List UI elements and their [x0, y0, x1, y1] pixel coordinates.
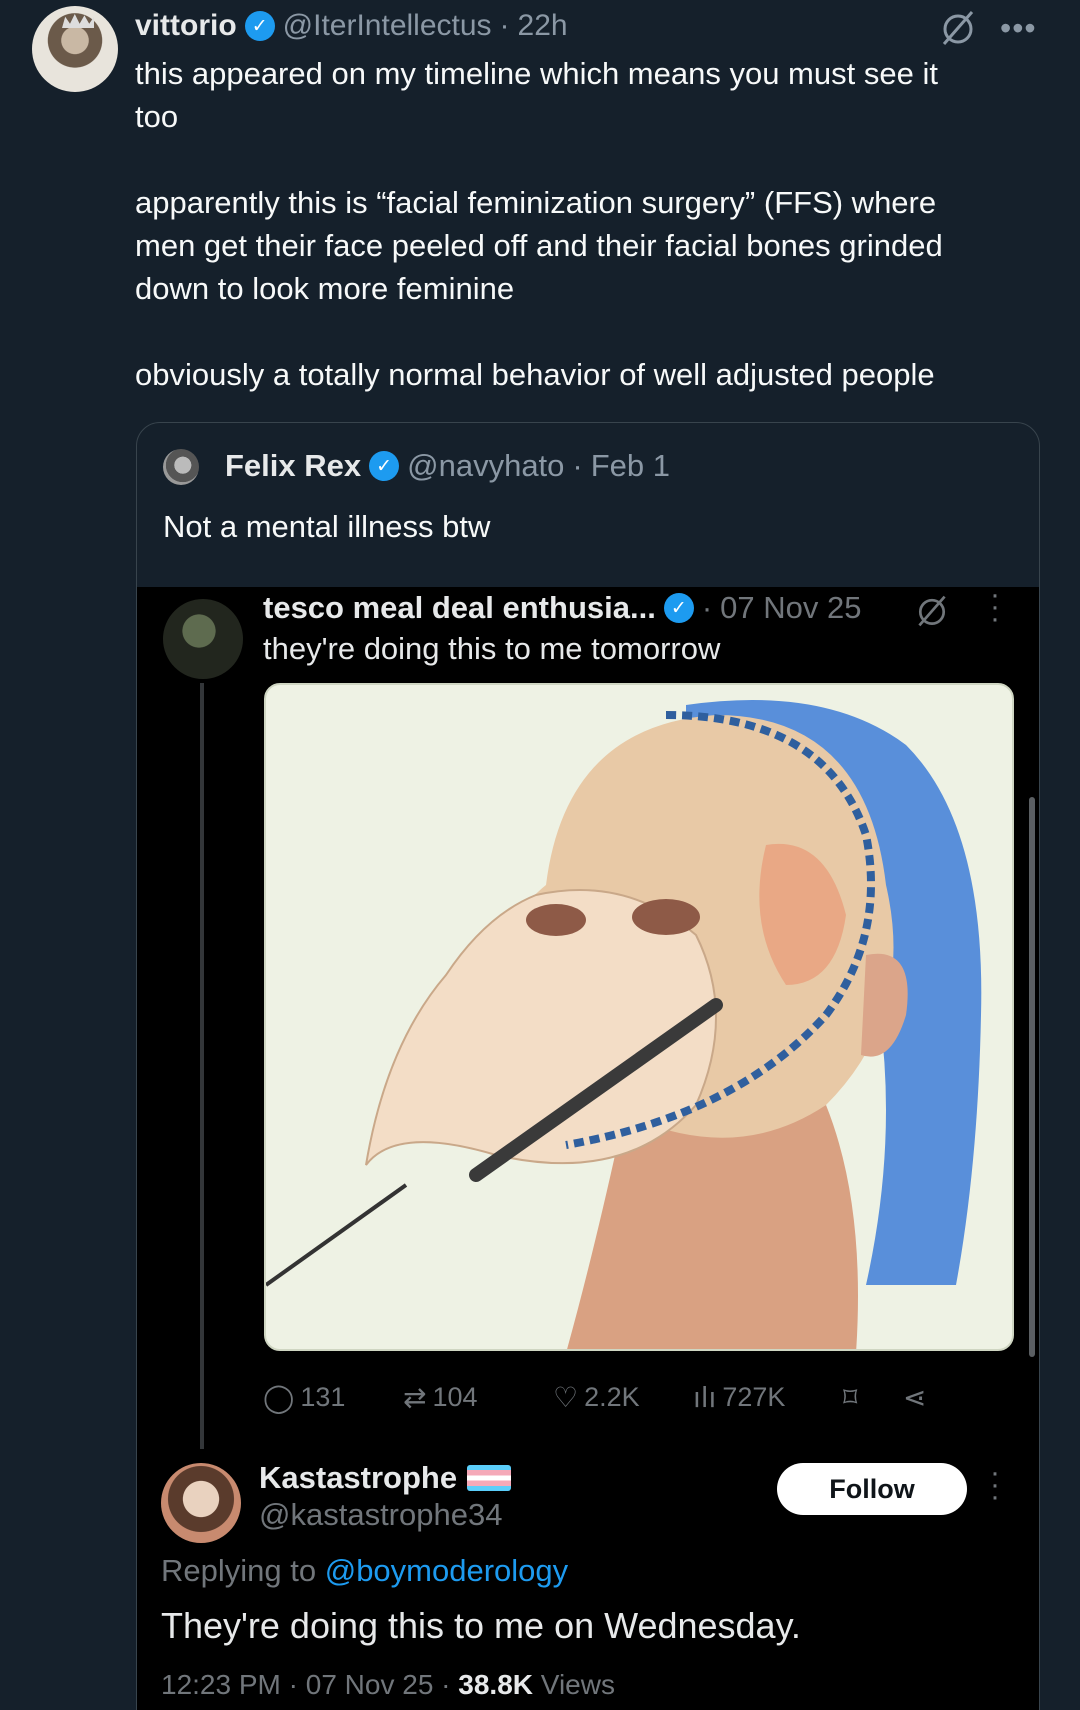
embedded-date: 07 Nov 25 [720, 590, 862, 625]
replying-prefix: Replying to [161, 1553, 317, 1588]
separator-dot: · [572, 448, 583, 483]
quote-date[interactable]: Feb 1 [591, 448, 670, 484]
action-bar: ◯ 131 ⇄ 104 ♡ 2.2K ılı 727K ⌑ ⋖ [263, 1377, 983, 1417]
reply-time: 12:23 PM [161, 1669, 281, 1700]
scrollbar [1029, 797, 1035, 1357]
more-options-icon: · · · [990, 578, 1000, 635]
post-text: this appeared on my timeline which means… [135, 56, 943, 392]
quote-header: Felix Rex ✓ @navyhato · Feb 1 [225, 445, 670, 487]
reply-action: ◯ 131 [263, 1381, 403, 1414]
repost-count: 104 [432, 1381, 478, 1412]
verified-badge-icon: ✓ [369, 451, 400, 481]
reply-views-label: Views [540, 1669, 615, 1700]
embedded-text: they're doing this to me tomorrow [263, 631, 721, 666]
thread-line [200, 683, 204, 1449]
like-count: 2.2K [584, 1381, 640, 1412]
author-name[interactable]: vittorio [135, 9, 237, 43]
post-time[interactable]: 22h [518, 9, 568, 43]
avatar [163, 599, 243, 679]
more-options-icon: · · · [990, 1456, 1000, 1513]
author-handle[interactable]: @IterIntellectus [283, 9, 492, 43]
reply-header: Kastastrophe [259, 1457, 512, 1499]
quote-author-handle[interactable]: @navyhato [407, 448, 564, 484]
verified-badge-icon: ✓ [244, 11, 275, 41]
share-icon: ⋖ [903, 1380, 927, 1414]
heart-icon: ♡ [553, 1380, 579, 1414]
views-action: ılı 727K [693, 1381, 843, 1414]
quoted-post[interactable]: Felix Rex ✓ @navyhato · Feb 1 Not a ment… [136, 422, 1040, 1710]
views-icon: ılı [693, 1380, 717, 1414]
quote-text: Not a mental illness btw [163, 509, 491, 544]
separator-dot: · [701, 590, 713, 625]
grok-icon[interactable] [938, 8, 978, 48]
surgical-illustration [264, 683, 1014, 1351]
embedded-screenshot: tesco meal deal enthusia... ✓ · 07 Nov 2… [137, 578, 1039, 1710]
embedded-header: tesco meal deal enthusia... ✓ · 07 Nov 2… [263, 587, 861, 629]
trans-flag-icon [467, 1465, 512, 1491]
reply-author-handle: @kastastrophe34 [259, 1497, 503, 1532]
reply-meta: 12:23 PM · 07 Nov 25 · 38.8K Views [161, 1669, 615, 1700]
reply-views-count: 38.8K [458, 1669, 533, 1700]
reply-text: They're doing this to me on Wednesday. [161, 1605, 801, 1646]
reply-author-name: Kastastrophe [259, 1460, 458, 1495]
reply-icon: ◯ [263, 1380, 295, 1414]
grok-icon [918, 595, 946, 627]
illustration-drawing [266, 700, 982, 1349]
separator-dot: · [499, 9, 510, 42]
quote-author-name[interactable]: Felix Rex [225, 448, 361, 484]
avatar[interactable] [163, 449, 199, 485]
replying-mention: @boymoderology [324, 1553, 569, 1588]
replying-to: Replying to @boymoderology [161, 1553, 568, 1589]
verified-badge-icon: ✓ [663, 593, 694, 623]
avatar [161, 1463, 241, 1543]
post-header: vittorio ✓ @IterIntellectus · 22h [135, 6, 568, 46]
avatar[interactable] [32, 6, 118, 92]
more-options-icon[interactable]: ••• [1000, 8, 1044, 48]
reply-count: 131 [300, 1381, 346, 1412]
crown-icon [62, 14, 94, 28]
reply-date: 07 Nov 25 [305, 1669, 434, 1700]
follow-button: Follow [777, 1463, 967, 1515]
like-action: ♡ 2.2K [553, 1381, 693, 1414]
bookmark-icon: ⌑ [843, 1380, 858, 1414]
repost-action: ⇄ 104 [403, 1381, 553, 1414]
repost-icon: ⇄ [403, 1380, 427, 1414]
views-count: 727K [722, 1381, 786, 1412]
embedded-author-name: tesco meal deal enthusia... [263, 590, 656, 625]
